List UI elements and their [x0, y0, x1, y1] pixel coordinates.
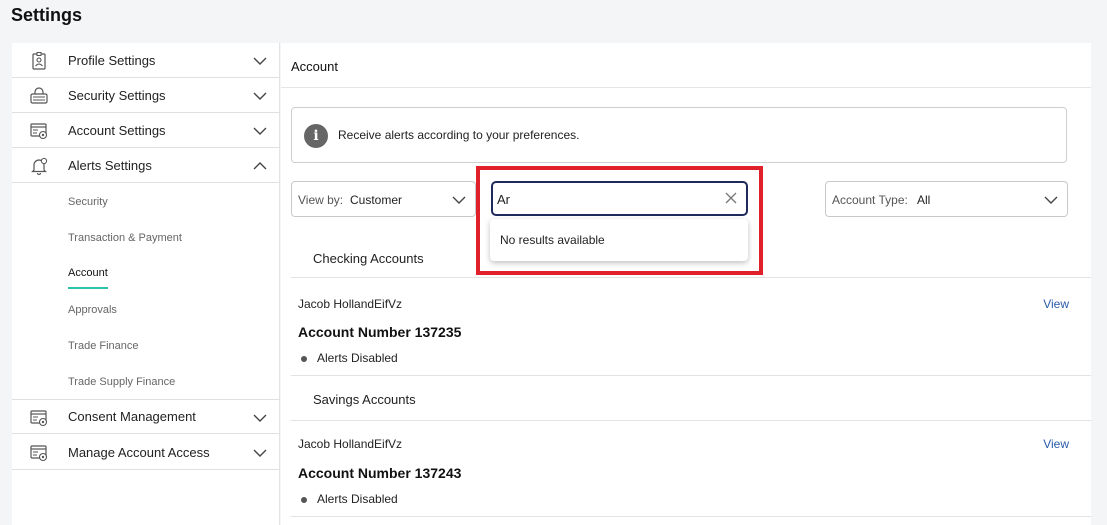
sidebar-item-label: Consent Management [68, 409, 196, 424]
chevron-down-icon[interactable] [252, 88, 268, 104]
page-title: Settings [11, 5, 83, 25]
sidebar-subitem-approvals[interactable]: Approvals [68, 304, 117, 316]
profile-id-icon [32, 52, 46, 70]
sidebar-item-security-settings[interactable]: Security Settings [12, 78, 280, 113]
alert-status: Alerts Disabled [317, 351, 398, 365]
account-type-value: All [917, 193, 931, 207]
view-by-select[interactable]: View by: Customer [291, 181, 476, 217]
account-number: Account Number 137243 [298, 465, 462, 481]
sidebar-subitem-trade-supply-finance[interactable]: Trade Supply Finance [68, 376, 175, 388]
account-type-select[interactable]: Account Type: All [825, 181, 1068, 217]
chevron-down-icon[interactable] [252, 53, 268, 69]
chevron-down-icon[interactable] [252, 123, 268, 139]
chevron-down-icon [452, 196, 466, 204]
no-results-text: No results available [500, 233, 605, 247]
panel-title: Account [291, 59, 338, 74]
account-type-label: Account Type: [832, 193, 908, 207]
sidebar-item-label: Alerts Settings [68, 157, 152, 173]
divider [291, 516, 1091, 517]
search-field[interactable] [491, 181, 748, 216]
account-gear-icon [30, 445, 48, 462]
sidebar-item-account-settings[interactable]: Account Settings [12, 113, 280, 148]
sidebar-subitem-transaction-payment[interactable]: Transaction & Payment [68, 232, 182, 244]
divider [291, 375, 1091, 376]
section-label-savings: Savings Accounts [313, 392, 416, 407]
sidebar-subitem-trade-finance[interactable]: Trade Finance [68, 340, 139, 352]
search-input[interactable] [497, 189, 707, 209]
sidebar-item-label: Profile Settings [68, 52, 156, 68]
divider [291, 277, 1091, 278]
keyboard-lock-icon [30, 87, 48, 104]
sidebar-item-label: Security Settings [68, 87, 166, 103]
info-text: Receive alerts according to your prefere… [338, 128, 580, 142]
view-link[interactable]: View [1043, 297, 1069, 311]
section-label-checking: Checking Accounts [313, 251, 424, 266]
divider [291, 420, 1091, 421]
sidebar-item-manage-account-access[interactable]: Manage Account Access [12, 435, 280, 470]
chevron-up-icon[interactable] [252, 158, 268, 174]
bell-gear-icon [31, 157, 48, 175]
info-banner: i Receive alerts according to your prefe… [291, 107, 1067, 163]
search-results-dropdown: No results available [490, 219, 748, 261]
view-by-label: View by: [298, 193, 344, 207]
chevron-down-icon[interactable] [252, 445, 268, 461]
account-holder-name: Jacob HollandEifVz [298, 437, 403, 451]
settings-sidebar: Profile Settings Security Settings Accou… [12, 43, 280, 525]
account-gear-icon [30, 123, 48, 140]
info-icon: i [304, 124, 328, 148]
sidebar-item-consent-management[interactable]: Consent Management [12, 399, 280, 434]
sidebar-item-profile-settings[interactable]: Profile Settings [12, 43, 280, 78]
account-holder-name: Jacob HollandEifVz [298, 297, 403, 311]
account-gear-icon [30, 410, 48, 427]
alert-status: Alerts Disabled [317, 492, 398, 506]
status-dot [301, 356, 307, 362]
sidebar-subitem-security[interactable]: Security [68, 196, 108, 208]
view-link[interactable]: View [1043, 437, 1069, 451]
sidebar-item-alerts-settings[interactable]: Alerts Settings [12, 148, 280, 183]
status-dot [301, 497, 307, 503]
chevron-down-icon[interactable] [252, 410, 268, 426]
account-number: Account Number 137235 [298, 324, 462, 340]
view-by-value: Customer [350, 193, 403, 207]
close-icon[interactable] [724, 191, 738, 205]
panel-header: Account [281, 43, 1091, 88]
account-alerts-panel: Account i Receive alerts according to yo… [281, 43, 1091, 525]
active-subitem-indicator [68, 287, 108, 289]
sidebar-subitem-account[interactable]: Account [68, 267, 108, 279]
sidebar-item-label: Manage Account Access [68, 444, 210, 460]
sidebar-item-label: Account Settings [68, 122, 166, 138]
chevron-down-icon [1044, 196, 1058, 204]
